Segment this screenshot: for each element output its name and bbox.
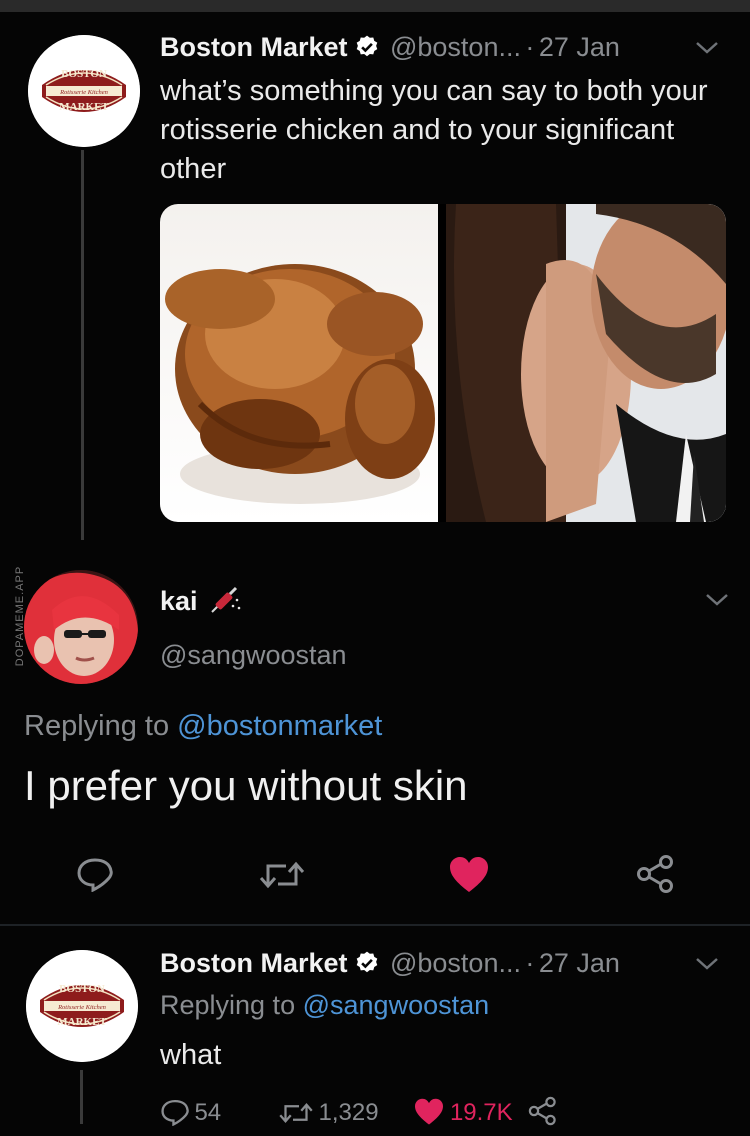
verified-badge-icon (354, 34, 380, 65)
chicken-image[interactable] (160, 204, 438, 522)
separator-dot: · (525, 948, 535, 978)
tweet-header: Boston Market @boston... · 27 Jan (160, 32, 740, 65)
retweet-icon[interactable] (278, 1100, 314, 1131)
replying-to-line: Replying to @sangwoostan (160, 990, 489, 1021)
media-grid[interactable] (160, 204, 726, 522)
thread-line (80, 1070, 83, 1124)
retweet-icon[interactable] (258, 858, 306, 897)
syringe-icon (208, 586, 242, 621)
chevron-down-icon[interactable] (694, 956, 720, 977)
boston-market-avatar[interactable]: BOSTON Rotisserie Kitchen MARKET (26, 950, 138, 1062)
reply-header: kai (160, 586, 242, 621)
boston-market-avatar[interactable]: BOSTON Rotisserie Kitchen MARKET (28, 35, 140, 147)
share-icon[interactable] (636, 854, 676, 899)
like-count: 19.7K (449, 1099, 513, 1126)
reply-icon[interactable] (76, 856, 114, 897)
replying-to-line: Replying to @bostonmarket (24, 710, 382, 743)
replying-prefix: Replying to (160, 990, 296, 1020)
svg-text:MARKET: MARKET (57, 1016, 107, 1028)
chevron-down-icon[interactable] (694, 40, 720, 61)
replying-to-link[interactable]: @sangwoostan (303, 990, 490, 1020)
tweet-date[interactable]: 27 Jan (539, 32, 620, 62)
share-icon[interactable] (528, 1096, 558, 1131)
tweet-header: Boston Market @boston... · 27 Jan (160, 948, 740, 981)
author-handle[interactable]: @boston... (390, 32, 521, 62)
svg-text:Rotisserie Kitchen: Rotisserie Kitchen (59, 89, 108, 96)
tweet-text: what’s something you can say to both you… (160, 75, 708, 185)
svg-text:BOSTON: BOSTON (59, 983, 105, 995)
svg-text:MARKET: MARKET (59, 101, 109, 113)
tweet-date[interactable]: 27 Jan (539, 948, 620, 978)
chevron-down-icon[interactable] (704, 592, 730, 613)
action-row: 54 1,329 19.7K (160, 1096, 660, 1136)
like-icon[interactable] (448, 856, 490, 899)
thread-line (81, 150, 84, 540)
verified-badge-icon (354, 950, 380, 981)
retweet-count: 1,329 (318, 1099, 379, 1126)
reply-text: I prefer you without skin (24, 762, 468, 809)
replying-prefix: Replying to (24, 710, 170, 742)
svg-text:BOSTON: BOSTON (61, 68, 107, 80)
hidden-action-row (170, 546, 650, 550)
top-bar (0, 0, 750, 12)
couple-image[interactable] (446, 204, 726, 522)
tweet-text: what (160, 1039, 222, 1071)
author-handle[interactable]: @sangwoostan (160, 640, 347, 671)
svg-text:Rotisserie Kitchen: Rotisserie Kitchen (57, 1004, 106, 1011)
boston-market-logo: BOSTON Rotisserie Kitchen MARKET (26, 950, 138, 1062)
divider (0, 924, 750, 926)
replying-to-link[interactable]: @bostonmarket (177, 710, 382, 742)
boston-market-logo: BOSTON Rotisserie Kitchen MARKET (28, 35, 140, 147)
reply-icon[interactable] (160, 1098, 190, 1131)
like-icon[interactable] (413, 1098, 445, 1131)
author-name[interactable]: Boston Market (160, 32, 348, 62)
reply-count: 54 (194, 1099, 222, 1126)
kai-avatar[interactable] (24, 570, 138, 684)
separator-dot: · (525, 32, 535, 62)
author-name[interactable]: Boston Market (160, 948, 348, 978)
author-name[interactable]: kai (160, 586, 198, 616)
author-handle[interactable]: @boston... (390, 948, 521, 978)
